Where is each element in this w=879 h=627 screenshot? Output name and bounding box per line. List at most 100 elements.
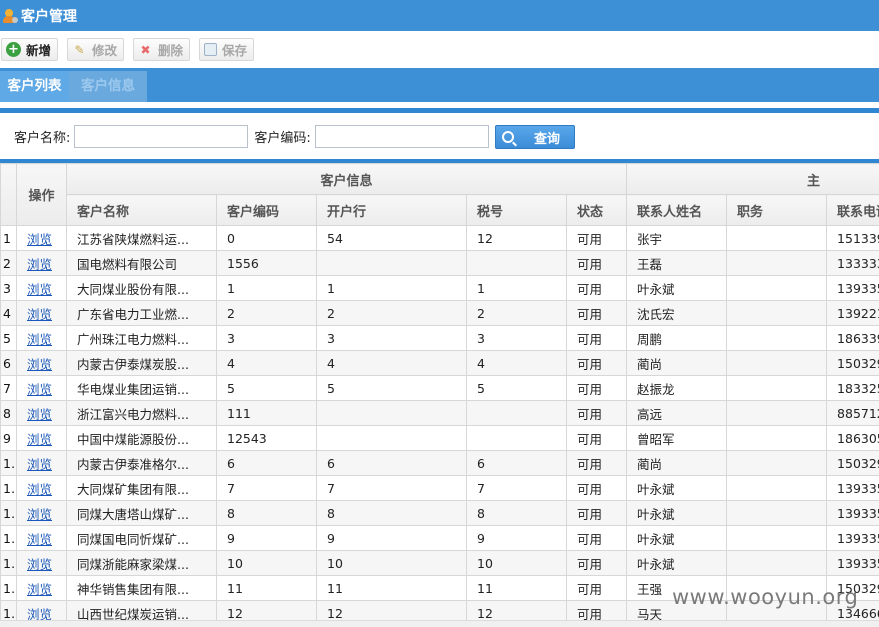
table-row[interactable]: 4浏览广东省电力工业燃...222可用沈氏宏139221 <box>0 300 879 326</box>
col-header-tax[interactable]: 税号 <box>466 194 567 226</box>
view-link[interactable]: 浏览 <box>27 432 52 447</box>
search-bar: 客户名称: 客户编码: 查询 <box>0 113 879 159</box>
cell-name: 同煤浙能麻家梁煤... <box>66 550 217 576</box>
search-icon <box>502 131 514 143</box>
horizontal-scrollbar[interactable] <box>0 620 879 627</box>
row-number: 5 <box>0 325 17 351</box>
table-row[interactable]: 3浏览大同煤业股份有限...111可用叶永斌139335 <box>0 275 879 301</box>
view-link: 浏览 <box>16 300 67 326</box>
table-row[interactable]: 5浏览广州珠江电力燃料...333可用周鹏186339 <box>0 325 879 351</box>
row-number: 1... <box>0 500 17 526</box>
view-link[interactable]: 浏览 <box>27 282 52 297</box>
view-link[interactable]: 浏览 <box>27 507 52 522</box>
view-link: 浏览 <box>16 550 67 576</box>
cell-position <box>726 425 828 451</box>
col-header-bank[interactable]: 开户行 <box>316 194 467 226</box>
edit-button[interactable]: ✎ 修改 <box>67 38 125 61</box>
cell-status: 可用 <box>565 575 628 601</box>
watermark: www.wooyun.org <box>672 585 859 609</box>
cell-position <box>726 475 828 501</box>
col-header-position[interactable]: 职务 <box>726 194 828 226</box>
cell-name: 江苏省陕煤燃料运... <box>66 225 217 251</box>
cell-status: 可用 <box>565 425 628 451</box>
cell-position <box>726 525 828 551</box>
cell-code: 9 <box>216 525 317 551</box>
table-row[interactable]: 8 浏览浙江富兴电力燃料...111 可用高远 885712 <box>0 400 879 426</box>
view-link: 浏览 <box>16 525 67 551</box>
table-row[interactable]: 1...浏览同煤国电同忻煤矿...999可用叶永斌139335 <box>0 525 879 551</box>
cell-code: 6 <box>216 450 317 476</box>
cell-bank: 6 <box>316 450 467 476</box>
cell-contact: 蔺尚 <box>626 450 728 476</box>
cell-tax <box>466 400 567 426</box>
view-link[interactable]: 浏览 <box>27 382 52 397</box>
cell-bank: 7 <box>316 475 467 501</box>
delete-button[interactable]: ✖ 删除 <box>133 38 191 61</box>
view-link[interactable]: 浏览 <box>27 532 52 547</box>
col-header-contact[interactable]: 联系人姓名 <box>626 194 728 226</box>
cell-contact: 叶永斌 <box>626 525 728 551</box>
table-row[interactable]: 1 浏览江苏省陕煤燃料运...05412可用张宇 151339 <box>0 225 879 251</box>
view-link: 浏览 <box>16 275 67 301</box>
cell-phone: 139221 <box>826 300 879 326</box>
cell-name: 浙江富兴电力燃料... <box>66 400 217 426</box>
table-row[interactable]: 1...浏览大同煤矿集团有限...777可用叶永斌139335 <box>0 475 879 501</box>
row-number: 3 <box>0 275 17 301</box>
view-link[interactable]: 浏览 <box>27 257 52 272</box>
table-row[interactable]: 6浏览内蒙古伊泰煤炭股...444可用蔺尚150329 <box>0 350 879 376</box>
save-disk-icon <box>204 43 218 56</box>
col-header-status[interactable]: 状态 <box>565 194 628 226</box>
cell-bank: 8 <box>316 500 467 526</box>
cell-bank <box>316 425 467 451</box>
cell-phone: 139335 <box>826 475 879 501</box>
col-header-name[interactable]: 客户名称 <box>66 194 217 226</box>
view-link[interactable]: 浏览 <box>27 232 52 247</box>
query-button[interactable]: 查询 <box>495 125 575 149</box>
view-link[interactable]: 浏览 <box>27 582 52 597</box>
cell-contact: 沈氏宏 <box>626 300 728 326</box>
cell-tax: 6 <box>466 450 567 476</box>
table-row[interactable]: 2 浏览国电燃料有限公司1556 可用王磊 133333 <box>0 250 879 276</box>
cell-status: 可用 <box>565 400 628 426</box>
view-link[interactable]: 浏览 <box>27 332 52 347</box>
customer-code-input[interactable] <box>314 124 489 148</box>
cell-position <box>726 350 828 376</box>
row-number: 2 <box>0 250 17 276</box>
operation-header: 操作 <box>16 163 67 226</box>
customer-name-input[interactable] <box>74 124 249 148</box>
row-number: 8 <box>0 400 17 426</box>
cell-position <box>726 250 828 276</box>
add-button[interactable]: + 新增 <box>1 38 59 61</box>
save-label: 保存 <box>222 43 248 58</box>
cell-phone: 186305 <box>826 425 879 451</box>
cell-code: 2 <box>216 300 317 326</box>
view-link[interactable]: 浏览 <box>27 457 52 472</box>
view-link: 浏览 <box>16 325 67 351</box>
cell-bank: 2 <box>316 300 467 326</box>
view-link[interactable]: 浏览 <box>27 307 52 322</box>
row-number: 1... <box>0 550 17 576</box>
cell-bank <box>316 400 467 426</box>
view-link[interactable]: 浏览 <box>27 357 52 372</box>
cell-position <box>726 375 828 401</box>
query-label: 查询 <box>534 131 561 147</box>
tab-customer-info[interactable]: 客户信息 <box>69 71 147 102</box>
tab-customer-list[interactable]: 客户列表 <box>0 71 69 102</box>
cell-contact: 高远 <box>626 400 728 426</box>
cell-tax: 2 <box>466 300 567 326</box>
view-link[interactable]: 浏览 <box>27 557 52 572</box>
table-row[interactable]: 1...浏览同煤浙能麻家梁煤...101010可用叶永斌139335 <box>0 550 879 576</box>
view-link[interactable]: 浏览 <box>27 482 52 497</box>
table-row[interactable]: 9 浏览中国中煤能源股份...12543 可用曾昭军 186305 <box>0 425 879 451</box>
save-button[interactable]: 保存 <box>199 38 255 61</box>
cell-status: 可用 <box>565 550 628 576</box>
col-header-code[interactable]: 客户编码 <box>216 194 317 226</box>
cell-status: 可用 <box>565 250 628 276</box>
customer-table: 操作 客户信息 主 客户名称 客户编码 开户行 税号 状态 联系人姓名 职务 联… <box>0 163 879 626</box>
table-row[interactable]: 7浏览华电煤业集团运销...555可用赵振龙183325 <box>0 375 879 401</box>
cell-tax: 4 <box>466 350 567 376</box>
table-row[interactable]: 1...浏览同煤大唐塔山煤矿...888可用叶永斌139335 <box>0 500 879 526</box>
table-row[interactable]: 1...浏览内蒙古伊泰准格尔...666可用蔺尚150329 <box>0 450 879 476</box>
col-header-phone[interactable]: 联系电话 <box>826 194 879 226</box>
view-link[interactable]: 浏览 <box>27 407 52 422</box>
